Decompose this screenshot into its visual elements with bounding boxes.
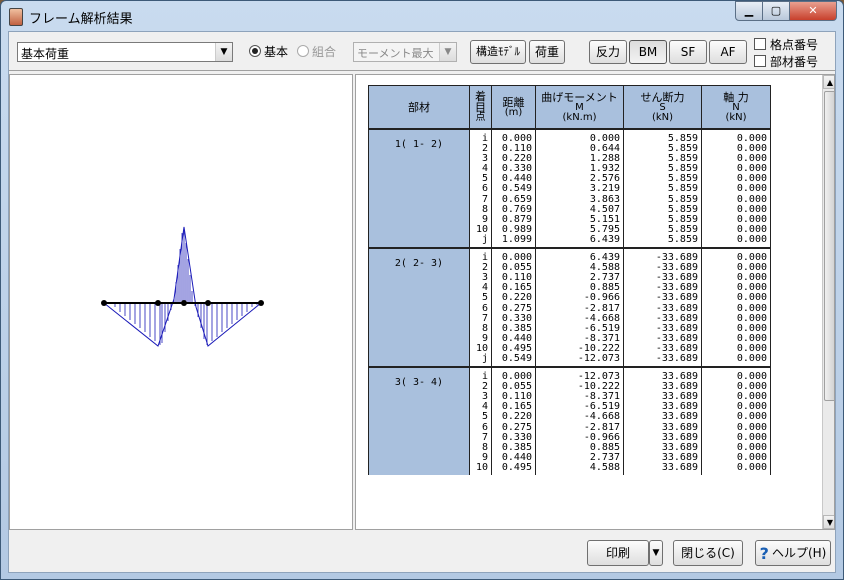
moment-cell: 0.000 0.644 1.288 1.932 2.576 3.219 3.86… [535,127,624,249]
diagram-outline [103,226,262,347]
checkbox-icon [754,38,766,50]
table-row: 2( 2- 3) i 2 3 4 5 6 7 8 9 10 j 0.000 0.… [368,247,771,368]
radio-combination-label: 組合 [312,45,337,59]
radio-combination[interactable]: 組合 [297,43,336,60]
minimize-icon: ▁ [744,4,754,17]
chevron-down-icon: ▼ [652,548,660,558]
table-row: 3( 3- 4) i 2 3 4 5 6 7 8 9 10 0.000 0.05… [368,366,771,475]
distance-cell: 0.000 0.055 0.110 0.165 0.220 0.275 0.33… [491,247,536,368]
chevron-down-icon: ▼ [215,43,232,61]
vertical-scrollbar[interactable]: ▲ ▼ [822,75,834,529]
point-cell: i 2 3 4 5 6 7 8 9 10 [469,366,492,475]
help-button-label: ヘルプ(H) [771,546,827,560]
diagram-canvas[interactable] [9,74,353,530]
shear-cell: -33.689 -33.689 -33.689 -33.689 -33.689 … [623,247,702,368]
load-case-select[interactable]: 基本荷重 ▼ [17,42,233,62]
results-table: 部材 着目点 距離 (m) 曲げモーメント M (kN.m) せん断力 S (kN) 軸 … [368,85,771,475]
table-header-row: 部材 着目点 距離 (m) 曲げモーメント M (kN.m) せん断力 S (kN) 軸 … [368,85,771,130]
print-dropdown-button[interactable]: ▼ [649,540,663,566]
header-member: 部材 [368,85,470,130]
header-axial: 軸 力 N (kN) [701,85,771,130]
title-bar: フレーム解析結果 ▁ ▢ ✕ [1,1,843,31]
header-moment: 曲げモーメント M (kN.m) [535,85,624,130]
member-cell: 2( 2- 3) [368,247,470,368]
member-number-checkbox[interactable]: 部材番号 [754,53,818,70]
close-button[interactable]: 閉じる(C) [673,540,743,566]
node-number-checkbox[interactable]: 格点番号 [754,36,818,53]
point-cell: i 2 3 4 5 6 7 8 9 10 j [469,247,492,368]
load-case-value: 基本荷重 [21,47,70,61]
window-title: フレーム解析結果 [29,12,133,27]
point-cell: i 2 3 4 5 6 7 8 9 10 j [469,127,492,249]
frame-node [258,300,264,306]
client-area: 基本荷重 ▼ 基本 組合 モーメント最大 ▼ 構造ﾓﾃﾞﾙ 荷重 反力 BM S… [8,31,836,573]
member-cell: 3( 3- 4) [368,366,470,475]
node-number-label: 格点番号 [770,38,819,52]
maximize-button[interactable]: ▢ [762,1,790,21]
sf-button[interactable]: SF [669,40,707,64]
frame-node [155,300,161,306]
chevron-down-icon: ▼ [439,43,456,61]
header-point: 着目点 [469,85,492,130]
window: フレーム解析結果 ▁ ▢ ✕ 基本荷重 ▼ 基本 組合 モーメント最大 ▼ 構造… [0,0,844,580]
structure-model-button[interactable]: 構造ﾓﾃﾞﾙ [470,40,526,64]
axial-cell: 0.000 0.000 0.000 0.000 0.000 0.000 0.00… [701,127,771,249]
moment-max-select[interactable]: モーメント最大 ▼ [353,42,457,62]
axial-cell: 0.000 0.000 0.000 0.000 0.000 0.000 0.00… [701,366,771,475]
bm-button[interactable]: BM [629,40,667,64]
moment-cell: -12.073 -10.222 -8.371 -6.519 -4.668 -2.… [535,366,624,475]
reaction-button[interactable]: 反力 [589,40,627,64]
help-icon: ? [759,544,769,563]
help-button[interactable]: ? ヘルプ(H) [755,540,831,566]
checkbox-icon [754,55,766,67]
header-distance: 距離 (m) [491,85,536,130]
table-row: 1( 1- 2) i 2 3 4 5 6 7 8 9 10 j 0.000 0.… [368,127,771,249]
toolbar: 基本荷重 ▼ 基本 組合 モーメント最大 ▼ 構造ﾓﾃﾞﾙ 荷重 反力 BM S… [9,32,835,70]
close-icon: ✕ [808,4,818,17]
frame-node [205,300,211,306]
maximize-icon: ▢ [770,4,782,17]
distance-cell: 0.000 0.110 0.220 0.330 0.440 0.549 0.65… [491,127,536,249]
member-cell: 1( 1- 2) [368,127,470,249]
load-button[interactable]: 荷重 [529,40,565,64]
scrollbar-thumb[interactable] [824,91,834,401]
radio-selected-icon [249,45,261,57]
print-button[interactable]: 印刷 [587,540,649,566]
frame-node [181,300,187,306]
toolbar-divider [9,70,835,71]
distance-cell: 0.000 0.055 0.110 0.165 0.220 0.275 0.33… [491,366,536,475]
member-number-label: 部材番号 [770,55,819,69]
diagram-hatch [114,227,258,345]
radio-unselected-icon [297,45,309,57]
app-icon [9,8,23,26]
frame-node [101,300,107,306]
close-window-button[interactable]: ✕ [789,1,837,21]
shear-cell: 5.859 5.859 5.859 5.859 5.859 5.859 5.85… [623,127,702,249]
minimize-button[interactable]: ▁ [735,1,763,21]
radio-basic-label: 基本 [264,45,289,59]
bending-moment-diagram [101,226,264,347]
axial-cell: 0.000 0.000 0.000 0.000 0.000 0.000 0.00… [701,247,771,368]
results-table-pane: 部材 着目点 距離 (m) 曲げモーメント M (kN.m) せん断力 S (kN) 軸 … [355,74,835,530]
header-shear: せん断力 S (kN) [623,85,702,130]
scroll-up-icon[interactable]: ▲ [823,75,834,89]
shear-cell: 33.689 33.689 33.689 33.689 33.689 33.68… [623,366,702,475]
radio-basic[interactable]: 基本 [249,43,288,60]
moment-max-value: モーメント最大 [357,47,434,60]
scroll-down-icon[interactable]: ▼ [823,515,834,529]
af-button[interactable]: AF [709,40,747,64]
bottom-bar: 印刷 ▼ 閉じる(C) ? ヘルプ(H) [9,532,835,572]
moment-cell: 6.439 4.588 2.737 0.885 -0.966 -2.817 -4… [535,247,624,368]
